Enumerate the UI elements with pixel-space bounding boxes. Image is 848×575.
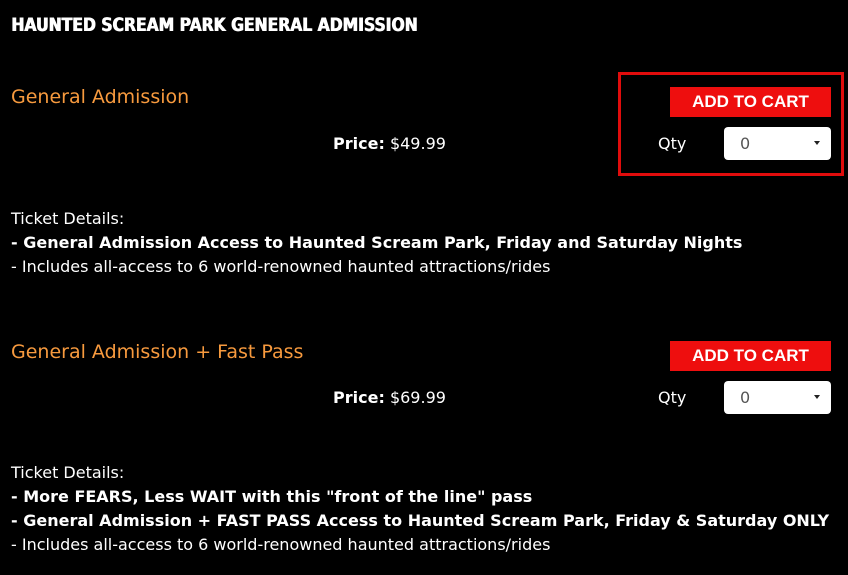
details-line: - Includes all-access to 6 world-renowne… — [11, 535, 551, 554]
caret-down-icon — [814, 395, 820, 399]
price-label: Price: — [333, 388, 385, 407]
details-heading: Ticket Details: — [11, 209, 125, 228]
price: Price: $49.99 — [333, 134, 446, 153]
ticket-details: Ticket Details: - More FEARS, Less WAIT … — [11, 461, 829, 557]
price-label: Price: — [333, 134, 385, 153]
details-heading: Ticket Details: — [11, 463, 125, 482]
quantity-select[interactable]: 0 — [724, 381, 831, 414]
ticket-name: General Admission + Fast Pass — [11, 341, 304, 363]
price-value: $49.99 — [389, 134, 446, 153]
highlight-box — [618, 72, 844, 176]
qty-label: Qty — [658, 388, 687, 407]
quantity-value: 0 — [740, 388, 751, 407]
details-line: - More FEARS, Less WAIT with this "front… — [11, 487, 533, 506]
details-line: - Includes all-access to 6 world-renowne… — [11, 257, 551, 276]
ticket-details: Ticket Details: - General Admission Acce… — [11, 207, 742, 279]
price-value: $69.99 — [389, 388, 446, 407]
details-line: - General Admission Access to Haunted Sc… — [11, 233, 743, 252]
price: Price: $69.99 — [333, 388, 446, 407]
details-line: - General Admission + FAST PASS Access t… — [11, 511, 830, 530]
add-to-cart-button[interactable]: ADD TO CART — [670, 341, 831, 371]
ticket-name: General Admission — [11, 86, 190, 108]
page-title: Haunted Scream Park General Admission — [11, 14, 418, 36]
